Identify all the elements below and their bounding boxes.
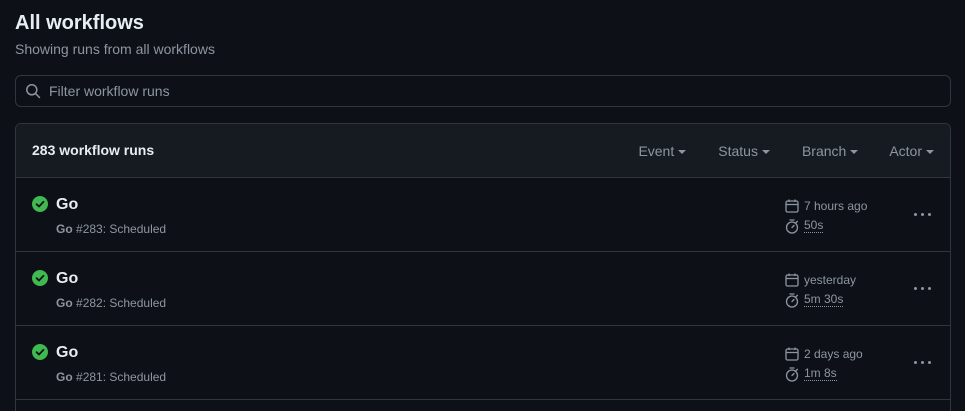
run-title-link[interactable]: Go <box>56 269 78 289</box>
run-duration-text: 1m 8s <box>804 366 837 381</box>
run-workflow-name[interactable]: Go <box>56 370 73 384</box>
page-title: All workflows <box>15 12 144 34</box>
page-subtitle: Showing runs from all workflows <box>15 41 215 57</box>
run-duration-text: 50s <box>804 218 824 233</box>
stopwatch-icon <box>784 292 800 308</box>
filter-menus: Event Status Branch Actor <box>638 124 950 178</box>
run-duration: 5m 30s <box>784 292 844 308</box>
check-circle-fill-icon <box>32 344 48 360</box>
workflow-run-row[interactable]: Go Go #282: Scheduled yesterday 5m 30s <box>16 252 950 326</box>
calendar-icon <box>784 346 800 362</box>
run-date-text: 2 days ago <box>804 347 863 361</box>
actor-filter-menu[interactable]: Actor <box>889 143 934 159</box>
calendar-icon <box>784 198 800 214</box>
branch-filter-menu[interactable]: Branch <box>801 143 859 159</box>
status-filter-menu[interactable]: Status <box>718 143 770 159</box>
run-duration-text: 5m 30s <box>804 292 844 307</box>
run-number-event: #281: Scheduled <box>76 370 167 384</box>
run-date: 2 days ago <box>784 346 863 362</box>
kebab-horizontal-icon[interactable] <box>910 204 934 224</box>
caret-down-icon <box>761 149 770 154</box>
status-filter-label: Status <box>718 143 758 159</box>
run-workflow-name[interactable]: Go <box>56 222 73 236</box>
run-date-text: yesterday <box>804 273 857 287</box>
calendar-icon <box>784 272 800 288</box>
run-number-event: #283: Scheduled <box>76 222 167 236</box>
caret-down-icon <box>926 149 934 154</box>
run-date-text: 7 hours ago <box>804 199 868 213</box>
kebab-horizontal-icon[interactable] <box>910 352 934 372</box>
event-filter-label: Event <box>638 143 675 159</box>
stopwatch-icon <box>784 366 800 382</box>
run-title-link[interactable]: Go <box>56 195 78 215</box>
run-meta: Go #283: Scheduled <box>56 221 166 237</box>
caret-down-icon <box>678 149 687 154</box>
check-circle-fill-icon <box>32 196 48 212</box>
actor-filter-label: Actor <box>889 143 922 159</box>
run-duration: 1m 8s <box>784 366 837 382</box>
run-meta: Go #281: Scheduled <box>56 369 166 385</box>
run-title-link[interactable]: Go <box>56 343 78 363</box>
page: All workflows Showing runs from all work… <box>0 0 965 411</box>
run-workflow-name[interactable]: Go <box>56 296 73 310</box>
workflow-runs-list: 283 workflow runs Event Status Branch Ac… <box>15 123 951 411</box>
caret-down-icon <box>850 149 859 154</box>
run-date: yesterday <box>784 272 856 288</box>
branch-filter-label: Branch <box>801 143 847 159</box>
search-icon <box>25 83 41 99</box>
filter-box[interactable] <box>15 75 951 107</box>
runs-count: 283 workflow runs <box>32 142 155 158</box>
check-circle-fill-icon <box>32 270 48 286</box>
workflow-run-row[interactable]: Go Go #283: Scheduled 7 hours ago 50s <box>16 178 950 252</box>
kebab-horizontal-icon[interactable] <box>910 278 934 298</box>
runs-list-header: 283 workflow runs Event Status Branch Ac… <box>16 124 950 178</box>
event-filter-menu[interactable]: Event <box>638 143 687 159</box>
run-duration: 50s <box>784 218 824 234</box>
stopwatch-icon <box>784 218 800 234</box>
filter-workflow-runs-input[interactable] <box>49 76 950 106</box>
run-number-event: #282: Scheduled <box>76 296 167 310</box>
workflow-run-row[interactable]: Go Go #281: Scheduled 2 days ago 1m 8s <box>16 326 950 400</box>
run-meta: Go #282: Scheduled <box>56 295 166 311</box>
run-date: 7 hours ago <box>784 198 867 214</box>
